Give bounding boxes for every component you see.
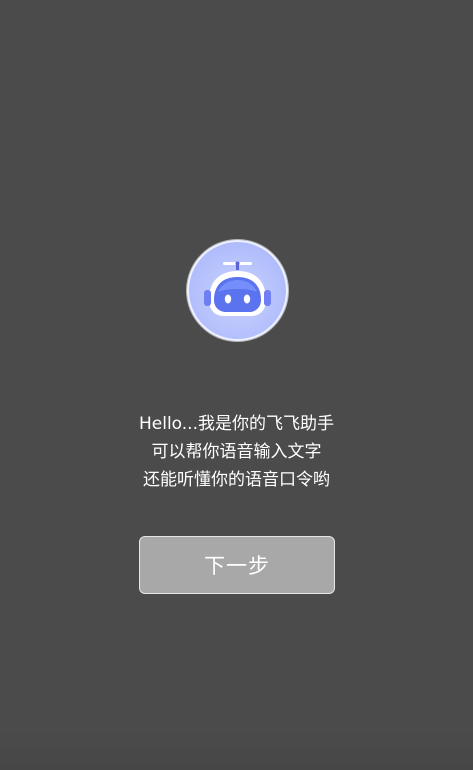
intro-line-voice-command: 还能听懂你的语音口令哟 [143,470,330,490]
bottom-shade [0,730,473,770]
robot-head-icon [204,261,271,316]
next-step-button-label: 下一步 [204,554,270,578]
assistant-avatar [187,240,288,341]
welcome-screen: Hello...我是你的飞飞助手 可以帮你语音输入文字 还能听懂你的语音口令哟 … [0,0,473,770]
intro-text: Hello...我是你的飞飞助手 可以帮你语音输入文字 还能听懂你的语音口令哟 [0,410,473,494]
intro-line-voice-input: 可以帮你语音输入文字 [151,442,322,462]
intro-line-greeting: Hello...我是你的飞飞助手 [138,414,334,434]
next-step-button[interactable]: 下一步 [139,536,335,594]
